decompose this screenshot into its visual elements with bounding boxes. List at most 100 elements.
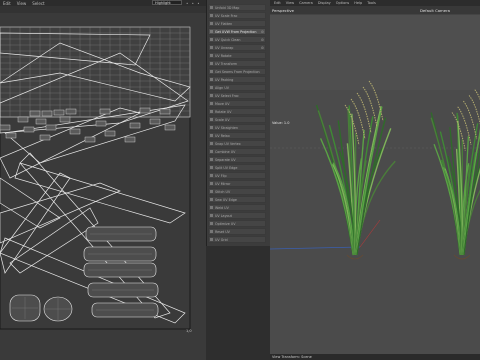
- tool-item[interactable]: Unfold 3D Map: [208, 4, 266, 11]
- vp-menu-edit[interactable]: Edit: [274, 1, 281, 5]
- uv-canvas[interactable]: [0, 13, 206, 343]
- tool-item[interactable]: UV Layout: [208, 212, 266, 219]
- tool-item-label: Stitch UV: [215, 189, 231, 194]
- projection-icon: [210, 30, 213, 33]
- tool-item[interactable]: Split UV Edge: [208, 164, 266, 171]
- uv-grid-block: [0, 26, 191, 118]
- relax-icon: [210, 134, 213, 137]
- viewport-camera-label[interactable]: Default Camera: [420, 8, 450, 13]
- tool-item[interactable]: Move UV: [208, 100, 266, 107]
- view-transform-label[interactable]: View Transform: Scene: [272, 355, 312, 359]
- tool-item[interactable]: UV Transform: [208, 60, 266, 67]
- tool-item[interactable]: Weld UV: [208, 204, 266, 211]
- uv-coordinate-label: 1,0: [186, 329, 192, 333]
- vp-menu-display[interactable]: Display: [318, 1, 331, 5]
- move-icon: [210, 102, 213, 105]
- tool-item-label: UV Rotate: [215, 53, 232, 58]
- uv-menu-select[interactable]: Select: [32, 1, 44, 6]
- vp-menu-tools[interactable]: Tools: [367, 1, 376, 5]
- tool-item[interactable]: Sew UV Edge: [208, 196, 266, 203]
- tool-item[interactable]: UV Unwrap ⚙: [208, 44, 266, 51]
- viewport-value-label: Value: 1.0: [272, 121, 290, 125]
- snap-icon: [210, 142, 213, 145]
- tool-item[interactable]: Rotate UV: [208, 108, 266, 115]
- scale-icon: [210, 14, 213, 17]
- tool-item-label: UV Packing: [215, 77, 234, 82]
- tool-item[interactable]: UV Mirror: [208, 180, 266, 187]
- tool-item-label: Align UV: [215, 85, 229, 90]
- uv-highlight-dropdown[interactable]: Highlight: [152, 0, 182, 5]
- tool-item[interactable]: UV Relax: [208, 132, 266, 139]
- transform-icon: [210, 62, 213, 65]
- tool-item[interactable]: Align UV: [208, 84, 266, 91]
- tool-item-label: UV Straighten: [215, 125, 238, 130]
- uv-tools-panel-empty: [206, 246, 270, 360]
- gear-icon[interactable]: ⚙: [261, 46, 264, 50]
- viewport-scene[interactable]: [270, 15, 480, 355]
- gear-icon[interactable]: ⚙: [261, 38, 264, 42]
- tool-item[interactable]: UV Straighten: [208, 124, 266, 131]
- tool-item-label: UV Transform: [215, 61, 238, 66]
- tool-item-label: UV Relax: [215, 133, 230, 138]
- tool-item[interactable]: UV Quick Clean ⚙: [208, 36, 266, 43]
- tool-item[interactable]: UV Select Frac: [208, 92, 266, 99]
- tool-item[interactable]: UV Flip: [208, 172, 266, 179]
- combine-icon: [210, 150, 213, 153]
- vp-menu-camera[interactable]: Camera: [299, 1, 313, 5]
- tool-item[interactable]: UV Scale Frac: [208, 12, 266, 19]
- seams-icon: [210, 70, 213, 73]
- layout-icon: [210, 214, 213, 217]
- tool-item-label: Optimize UV: [215, 221, 236, 226]
- tool-item[interactable]: UV Packing: [208, 76, 266, 83]
- rotate-icon: [210, 54, 213, 57]
- gear-icon[interactable]: ⚙: [261, 30, 264, 34]
- viewport-background-gradient: [270, 15, 480, 90]
- uv-toolbar: [0, 6, 206, 13]
- tool-item[interactable]: UV Grid: [208, 236, 266, 243]
- tool-item[interactable]: Optimize UV: [208, 220, 266, 227]
- uv-toolbar-more-icon[interactable]: • • •: [186, 1, 201, 6]
- straighten-icon: [210, 126, 213, 129]
- tool-item[interactable]: UV Rotate: [208, 52, 266, 59]
- stitch-icon: [210, 190, 213, 193]
- tool-item-label: Separate UV: [215, 157, 236, 162]
- tool-item[interactable]: Get Seams From Projection: [208, 68, 266, 75]
- weld-icon: [210, 206, 213, 209]
- flip-icon: [210, 174, 213, 177]
- tool-item[interactable]: UV Flatten: [208, 20, 266, 27]
- tool-item-label: Split UV Edge: [215, 165, 238, 170]
- uv-menu-edit[interactable]: Edit: [3, 1, 11, 6]
- vp-menu-view[interactable]: View: [286, 1, 294, 5]
- optimize-icon: [210, 222, 213, 225]
- tool-item-label: UV Select Frac: [215, 93, 239, 98]
- vp-menu-options[interactable]: Options: [336, 1, 350, 5]
- viewport-perspective-label[interactable]: Perspective: [272, 8, 294, 13]
- rotate-uv-icon: [210, 110, 213, 113]
- tool-item-label: Get Seams From Projection: [215, 69, 260, 74]
- grid-icon: [210, 238, 213, 241]
- tool-item[interactable]: Snap UV Vertex: [208, 140, 266, 147]
- unwrap-icon: [210, 46, 213, 49]
- tool-item-label: Move UV: [215, 101, 230, 106]
- tool-item-label: UV Grid: [215, 237, 228, 242]
- tool-item-label: Scale UV: [215, 117, 230, 122]
- uv-menu-view[interactable]: View: [17, 1, 27, 6]
- tool-item[interactable]: Separate UV: [208, 156, 266, 163]
- tool-item-label: UV Layout: [215, 213, 232, 218]
- tool-item[interactable]: Combine UV: [208, 148, 266, 155]
- tool-item[interactable]: Reset UV: [208, 228, 266, 235]
- tool-item-label: Unfold 3D Map: [215, 5, 240, 10]
- split-icon: [210, 166, 213, 169]
- tool-item-label: Sew UV Edge: [215, 197, 237, 202]
- tool-item-label: Combine UV: [215, 149, 236, 154]
- tool-item[interactable]: Scale UV: [208, 116, 266, 123]
- tool-item-label: Get UVW From Projection: [215, 29, 257, 34]
- tool-item-label: Weld UV: [215, 205, 229, 210]
- tool-item-label: Reset UV: [215, 229, 230, 234]
- vp-menu-help[interactable]: Help: [354, 1, 362, 5]
- tool-item[interactable]: Get UVW From Projection ⚙: [208, 28, 266, 35]
- tool-item[interactable]: Stitch UV: [208, 188, 266, 195]
- select-icon: [210, 94, 213, 97]
- tool-item-label: UV Flatten: [215, 21, 233, 26]
- sew-icon: [210, 198, 213, 201]
